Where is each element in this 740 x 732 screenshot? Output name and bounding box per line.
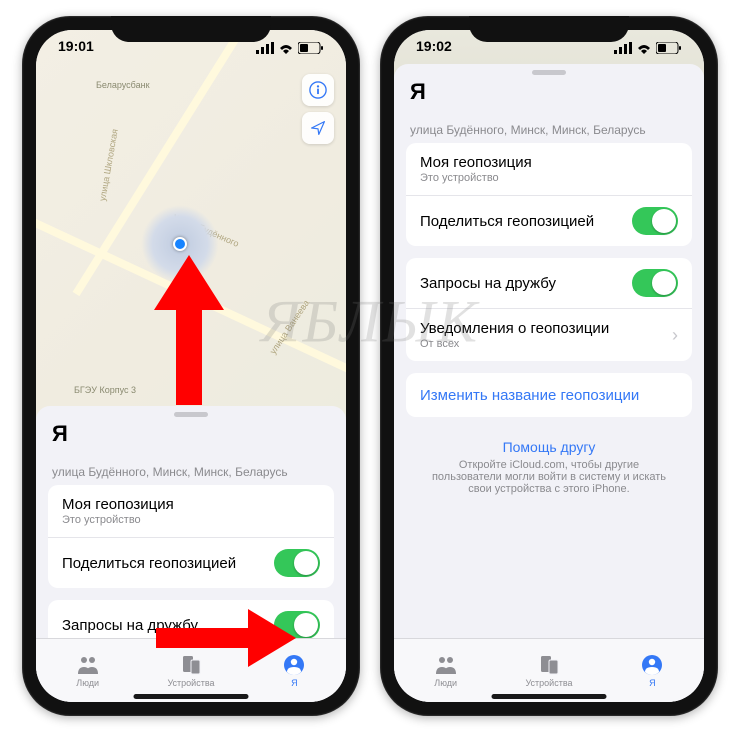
address-label: улица Будённого, Минск, Минск, Беларусь [36, 451, 346, 485]
my-location-row[interactable]: Моя геопозиция Это устройство [406, 143, 692, 195]
signal-icon [256, 42, 274, 54]
chevron-right-icon: › [672, 325, 678, 346]
info-icon [309, 81, 327, 99]
share-label: Поделиться геопозицией [420, 213, 594, 230]
annotation-arrow-right [156, 609, 296, 667]
tab-bar: Люди Устройства Я [394, 638, 704, 702]
poi-university: БГЭУ Корпус 3 [74, 385, 136, 395]
friend-requests-row: Запросы на дружбу [406, 258, 692, 308]
notifications-label: Уведомления о геопозиции [420, 320, 609, 337]
battery-icon [656, 42, 682, 54]
tab-label: Люди [434, 678, 457, 688]
people-icon [434, 654, 458, 676]
help-text: Откройте iCloud.com, чтобы другие пользо… [432, 459, 666, 495]
phone-right: 19:02 Я улица Будённого, Минск, Минск, Б… [380, 16, 718, 716]
home-indicator[interactable] [134, 694, 249, 699]
status-time: 19:01 [58, 38, 94, 58]
poi-bank: Беларусбанк [96, 80, 150, 90]
my-location-label: Моя геопозиция [62, 496, 174, 513]
wifi-icon [636, 42, 652, 54]
sheet-title: Я [394, 79, 704, 109]
share-location-row: Поделиться геопозицией [406, 195, 692, 246]
tab-devices[interactable]: Устройства [497, 639, 600, 702]
home-indicator[interactable] [492, 694, 607, 699]
share-toggle[interactable] [274, 549, 320, 577]
my-location-row[interactable]: Моя геопозиция Это устройство [48, 485, 334, 537]
rename-card: Изменить название геопозиции [406, 373, 692, 417]
rename-label: Изменить название геопозиции [420, 387, 639, 404]
battery-icon [298, 42, 324, 54]
tab-label: Люди [76, 678, 99, 688]
friend-label: Запросы на дружбу [420, 275, 556, 292]
tab-me[interactable]: Я [601, 639, 704, 702]
navigation-icon [310, 120, 326, 136]
share-toggle[interactable] [632, 207, 678, 235]
rename-row[interactable]: Изменить название геопозиции [406, 373, 692, 417]
annotation-arrow-up [154, 255, 224, 405]
location-card: Моя геопозиция Это устройство Поделиться… [406, 143, 692, 246]
requests-card: Запросы на дружбу Уведомления о геопозиц… [406, 258, 692, 361]
my-location-sub: Это устройство [62, 514, 174, 526]
my-location-label: Моя геопозиция [420, 154, 532, 171]
tab-label: Я [649, 678, 656, 688]
help-block: Помощь другу Откройте iCloud.com, чтобы … [394, 429, 704, 505]
sheet-grabber[interactable] [174, 412, 208, 417]
devices-icon [537, 654, 561, 676]
notch [469, 16, 629, 42]
help-friend-link[interactable]: Помощь другу [424, 439, 674, 455]
share-location-row: Поделиться геопозицией [48, 537, 334, 588]
map-info-button[interactable] [302, 74, 334, 106]
map-locate-button[interactable] [302, 112, 334, 144]
bottom-sheet[interactable]: Я улица Будённого, Минск, Минск, Беларус… [394, 64, 704, 702]
tab-label: Я [291, 678, 298, 688]
my-location-sub: Это устройство [420, 172, 532, 184]
people-icon [76, 654, 100, 676]
sheet-title: Я [36, 421, 346, 451]
tab-label: Устройства [167, 678, 214, 688]
status-time: 19:02 [416, 38, 452, 58]
share-label: Поделиться геопозицией [62, 555, 236, 572]
notifications-sub: От всех [420, 338, 609, 350]
notch [111, 16, 271, 42]
person-circle-icon [640, 654, 664, 676]
notifications-row[interactable]: Уведомления о геопозиции От всех › [406, 308, 692, 361]
sheet-grabber[interactable] [532, 70, 566, 75]
tab-people[interactable]: Люди [36, 639, 139, 702]
phone-left: 19:01 Беларусбанк БГЭУ Корпус 3 улица Бу… [22, 16, 360, 716]
street-label-2: улица Шкловская [97, 128, 120, 202]
tab-label: Устройства [525, 678, 572, 688]
signal-icon [614, 42, 632, 54]
location-dot [173, 237, 187, 251]
street-label-3: улица Ванеева [268, 298, 311, 356]
tab-people[interactable]: Люди [394, 639, 497, 702]
settings-card: Моя геопозиция Это устройство Поделиться… [48, 485, 334, 588]
address-label: улица Будённого, Минск, Минск, Беларусь [394, 109, 704, 143]
friend-toggle[interactable] [632, 269, 678, 297]
wifi-icon [278, 42, 294, 54]
